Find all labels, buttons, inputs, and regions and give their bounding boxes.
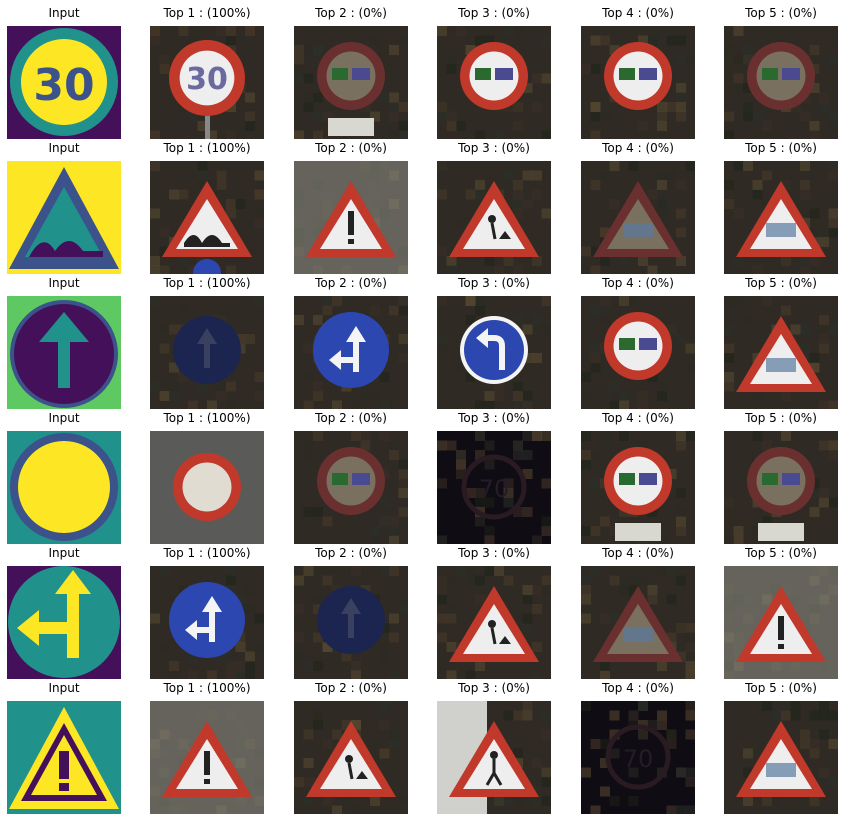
general-caution-sign-icon	[7, 701, 121, 814]
svg-text:30: 30	[33, 60, 94, 111]
no-overtaking-trucks-sign-photo-icon	[724, 431, 838, 544]
prediction-title: Top 4 : (0%)	[602, 6, 674, 20]
no-vehicles-sign-photo-icon	[150, 431, 264, 544]
speed-limit-30-sign-icon: 30	[7, 26, 121, 139]
prediction-title: Top 5 : (0%)	[745, 276, 817, 290]
turn-left-ahead-sign-photo-icon	[437, 296, 551, 409]
input-title: Input	[48, 546, 80, 560]
svg-text:70: 70	[623, 745, 654, 773]
prediction-title: Top 1 : (100%)	[163, 276, 251, 290]
input-title: Input	[48, 6, 80, 20]
prediction-title: Top 4 : (0%)	[602, 276, 674, 290]
general-caution-sign-photo-icon	[294, 161, 408, 274]
input-title: Input	[48, 276, 80, 290]
ahead-only-sign-photo-icon	[150, 296, 264, 409]
svg-text:30: 30	[186, 62, 228, 97]
speed-limit-70-sign-photo-icon: 70	[581, 701, 695, 814]
bumpy-road-sign-icon	[7, 161, 121, 274]
prediction-title: Top 2 : (0%)	[315, 681, 387, 695]
no-overtaking-trucks-sign-photo-icon	[581, 431, 695, 544]
prediction-title: Top 4 : (0%)	[602, 411, 674, 425]
prediction-title: Top 4 : (0%)	[602, 141, 674, 155]
prediction-title: Top 2 : (0%)	[315, 546, 387, 560]
no-overtaking-sign-photo-icon	[581, 296, 695, 409]
prediction-title: Top 1 : (100%)	[163, 546, 251, 560]
ahead-only-sign-icon	[7, 296, 121, 409]
bumpy-road-sign-photo-icon	[150, 161, 264, 274]
prediction-title: Top 2 : (0%)	[315, 276, 387, 290]
prediction-title: Top 3 : (0%)	[458, 681, 530, 695]
warning-triangle-sign-photo-icon	[724, 296, 838, 409]
no-overtaking-sign-photo-icon	[724, 26, 838, 139]
prediction-title: Top 4 : (0%)	[602, 681, 674, 695]
input-title: Input	[48, 681, 80, 695]
no-overtaking-trucks-sign-photo-icon	[294, 26, 408, 139]
go-straight-or-left-sign-icon	[7, 566, 121, 679]
prediction-grid: Input 30 Top 1 : (100%) 30 Top 2 : (0%) Top 3…	[0, 0, 844, 818]
prediction-title: Top 5 : (0%)	[745, 546, 817, 560]
prediction-title: Top 5 : (0%)	[745, 6, 817, 20]
pedestrians-sign-photo-icon	[437, 701, 551, 814]
warning-triangle-sign-photo-icon	[581, 161, 695, 274]
general-caution-sign-photo-icon	[150, 701, 264, 814]
no-overtaking-sign-photo-icon	[581, 26, 695, 139]
prediction-title: Top 3 : (0%)	[458, 276, 530, 290]
general-caution-sign-photo-icon	[724, 566, 838, 679]
prediction-title: Top 5 : (0%)	[745, 141, 817, 155]
no-vehicles-sign-icon	[7, 431, 121, 544]
road-work-sign-photo-icon	[294, 701, 408, 814]
svg-text:70: 70	[479, 475, 510, 503]
no-overtaking-sign-photo-icon	[437, 26, 551, 139]
prediction-title: Top 2 : (0%)	[315, 141, 387, 155]
prediction-title: Top 5 : (0%)	[745, 411, 817, 425]
no-overtaking-sign-photo-icon	[294, 431, 408, 544]
prediction-title: Top 4 : (0%)	[602, 546, 674, 560]
speed-limit-30-sign-photo-icon: 30	[150, 26, 264, 139]
prediction-title: Top 3 : (0%)	[458, 546, 530, 560]
prediction-title: Top 1 : (100%)	[163, 411, 251, 425]
prediction-title: Top 5 : (0%)	[745, 681, 817, 695]
road-work-sign-photo-icon	[437, 566, 551, 679]
prediction-title: Top 1 : (100%)	[163, 6, 251, 20]
input-title: Input	[48, 411, 80, 425]
warning-triangle-sign-photo-icon	[724, 701, 838, 814]
speed-limit-70-sign-photo-icon: 70	[437, 431, 551, 544]
prediction-title: Top 2 : (0%)	[315, 6, 387, 20]
ahead-only-sign-photo-icon	[294, 566, 408, 679]
prediction-title: Top 3 : (0%)	[458, 6, 530, 20]
road-work-sign-photo-icon	[437, 161, 551, 274]
go-straight-or-left-sign-photo-icon	[294, 296, 408, 409]
warning-triangle-sign-photo-icon	[724, 161, 838, 274]
prediction-title: Top 1 : (100%)	[163, 681, 251, 695]
go-straight-or-left-sign-photo-icon	[150, 566, 264, 679]
prediction-title: Top 2 : (0%)	[315, 411, 387, 425]
warning-triangle-sign-photo-icon	[581, 566, 695, 679]
input-title: Input	[48, 141, 80, 155]
prediction-title: Top 3 : (0%)	[458, 411, 530, 425]
prediction-title: Top 1 : (100%)	[163, 141, 251, 155]
prediction-title: Top 3 : (0%)	[458, 141, 530, 155]
